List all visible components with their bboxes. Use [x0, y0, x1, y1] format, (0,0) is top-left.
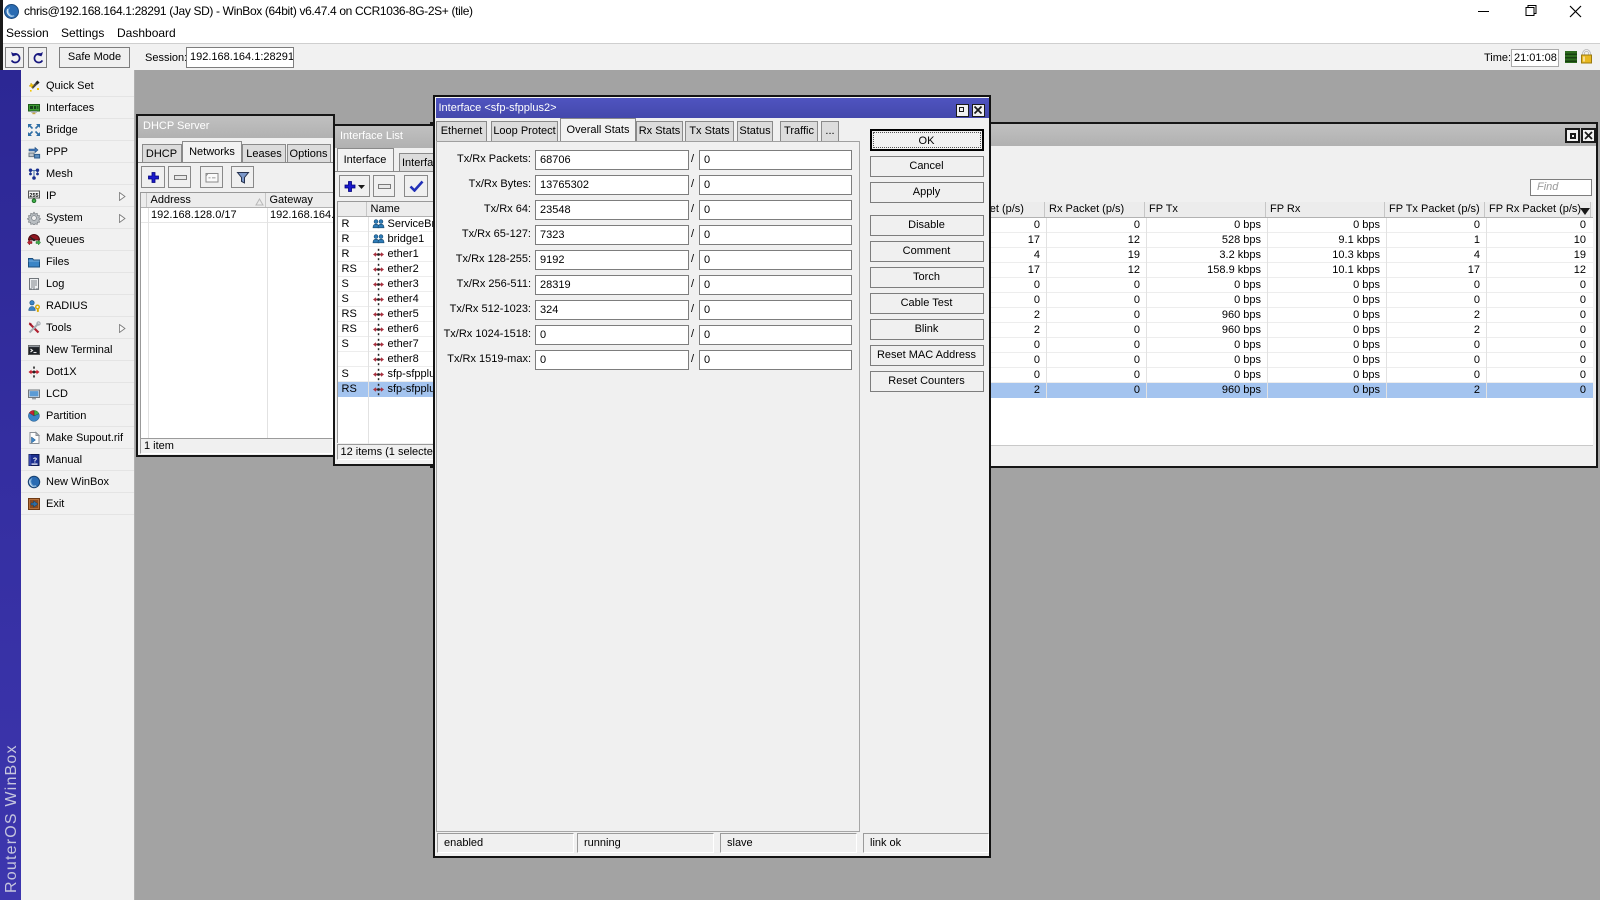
- svg-text:?: ?: [33, 457, 37, 464]
